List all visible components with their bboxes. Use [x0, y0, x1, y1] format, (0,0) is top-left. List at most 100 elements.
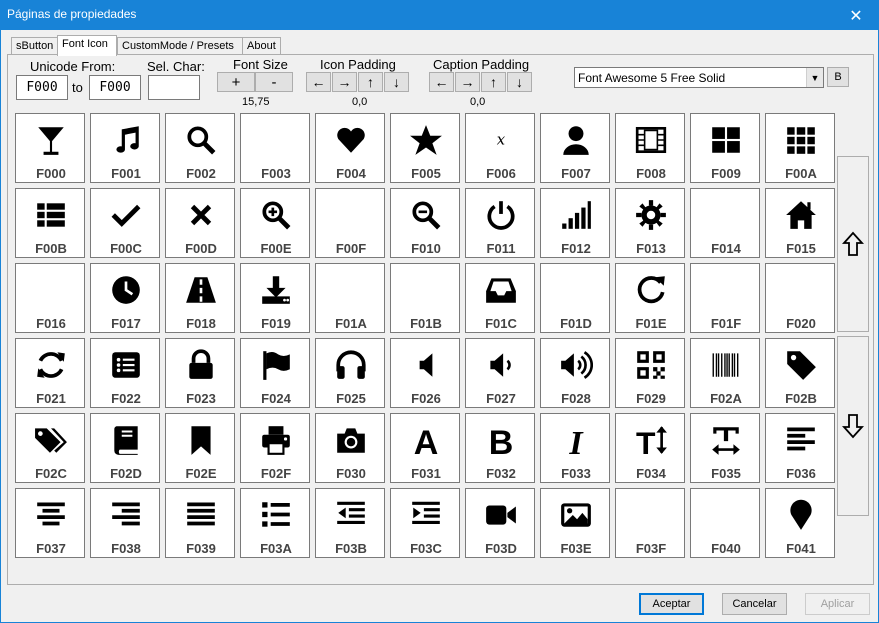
icon-cell-f008[interactable]: F008	[615, 113, 685, 183]
icon-cell-f026[interactable]: F026	[390, 338, 460, 408]
unicode-from-input[interactable]: F000	[16, 75, 68, 100]
accept-button[interactable]: Aceptar	[639, 593, 704, 615]
scroll-down-button[interactable]	[837, 336, 869, 516]
icon-cell-f02b[interactable]: F02B	[765, 338, 835, 408]
caption-padding-down-button[interactable]: ↓	[507, 72, 532, 92]
tab-font-icon[interactable]: Font Icon	[57, 35, 117, 56]
icon-cell-f001[interactable]: F001	[90, 113, 160, 183]
blank-icon	[316, 195, 386, 235]
icon-cell-f000[interactable]: F000	[15, 113, 85, 183]
icon-cell-f03b[interactable]: F03B	[315, 488, 385, 558]
unicode-to-input[interactable]: F000	[89, 75, 141, 100]
icon-cell-f010[interactable]: F010	[390, 188, 460, 258]
svg-text:x: x	[497, 130, 506, 148]
icon-padding-down-button[interactable]: ↓	[384, 72, 409, 92]
icon-cell-f02f[interactable]: F02F	[240, 413, 310, 483]
icon-cell-f035[interactable]: F035	[690, 413, 760, 483]
caption-padding-left-button[interactable]: ←	[429, 72, 454, 92]
icon-cell-f009[interactable]: F009	[690, 113, 760, 183]
icon-cell-f01e[interactable]: F01E	[615, 263, 685, 333]
icon-cell-f02d[interactable]: F02D	[90, 413, 160, 483]
font-size-label: Font Size	[233, 57, 288, 72]
icon-cell-f01c[interactable]: F01C	[465, 263, 535, 333]
icon-cell-f030[interactable]: F030	[315, 413, 385, 483]
icon-cell-f031[interactable]: A F031	[390, 413, 460, 483]
icon-cell-f01a[interactable]: F01A	[315, 263, 385, 333]
cancel-button[interactable]: Cancelar	[722, 593, 787, 615]
icon-cell-f00c[interactable]: F00C	[90, 188, 160, 258]
icon-cell-f005[interactable]: F005	[390, 113, 460, 183]
icon-cell-f034[interactable]: T F034	[615, 413, 685, 483]
icon-cell-f025[interactable]: F025	[315, 338, 385, 408]
icon-cell-f012[interactable]: F012	[540, 188, 610, 258]
icon-cell-f016[interactable]: F016	[15, 263, 85, 333]
icon-cell-f041[interactable]: F041	[765, 488, 835, 558]
icon-cell-f039[interactable]: F039	[165, 488, 235, 558]
icon-cell-f021[interactable]: F021	[15, 338, 85, 408]
caption-padding-right-button[interactable]: →	[455, 72, 480, 92]
window-title: Páginas de propiedades	[7, 7, 137, 21]
icon-cell-f038[interactable]: F038	[90, 488, 160, 558]
icon-cell-f017[interactable]: F017	[90, 263, 160, 333]
icon-cell-f003[interactable]: F003	[240, 113, 310, 183]
volume-off-icon	[391, 345, 461, 385]
icon-cell-f019[interactable]: F019	[240, 263, 310, 333]
apply-button[interactable]: Aplicar	[805, 593, 870, 615]
icon-cell-f01b[interactable]: F01B	[390, 263, 460, 333]
tab-about[interactable]: About	[242, 37, 281, 55]
icon-cell-f02c[interactable]: F02C	[15, 413, 85, 483]
icon-cell-f037[interactable]: F037	[15, 488, 85, 558]
font-size-increase-button[interactable]: +	[217, 72, 255, 92]
scroll-up-button[interactable]	[837, 156, 869, 332]
icon-cell-f00d[interactable]: F00D	[165, 188, 235, 258]
chevron-down-icon[interactable]: ▼	[806, 68, 823, 87]
close-icon[interactable]: ✕	[834, 1, 878, 30]
icon-cell-f036[interactable]: F036	[765, 413, 835, 483]
icon-cell-f023[interactable]: F023	[165, 338, 235, 408]
icon-cell-f03f[interactable]: F03F	[615, 488, 685, 558]
icon-padding-up-button[interactable]: ↑	[358, 72, 383, 92]
icon-cell-f024[interactable]: F024	[240, 338, 310, 408]
icon-cell-f03a[interactable]: F03A	[240, 488, 310, 558]
icon-cell-f00e[interactable]: F00E	[240, 188, 310, 258]
icon-cell-f022[interactable]: F022	[90, 338, 160, 408]
icon-cell-f033[interactable]: I F033	[540, 413, 610, 483]
icon-cell-f018[interactable]: F018	[165, 263, 235, 333]
icon-cell-f029[interactable]: F029	[615, 338, 685, 408]
icon-cell-f032[interactable]: B F032	[465, 413, 535, 483]
icon-padding-left-button[interactable]: ←	[306, 72, 331, 92]
svg-text:I: I	[568, 425, 584, 457]
tab-sbutton[interactable]: sButton	[11, 37, 58, 55]
icon-cell-f027[interactable]: F027	[465, 338, 535, 408]
icon-cell-f013[interactable]: F013	[615, 188, 685, 258]
align-center-icon	[16, 495, 86, 535]
icon-padding-right-button[interactable]: →	[332, 72, 357, 92]
caption-padding-up-button[interactable]: ↑	[481, 72, 506, 92]
icon-cell-f028[interactable]: F028	[540, 338, 610, 408]
icon-cell-f020[interactable]: F020	[765, 263, 835, 333]
icon-cell-f002[interactable]: F002	[165, 113, 235, 183]
icon-cell-f00a[interactable]: F00A	[765, 113, 835, 183]
icon-cell-f004[interactable]: F004	[315, 113, 385, 183]
font-family-select[interactable]: Font Awesome 5 Free Solid ▼	[574, 67, 824, 88]
icon-cell-f03d[interactable]: F03D	[465, 488, 535, 558]
icon-cell-f00f[interactable]: F00F	[315, 188, 385, 258]
icon-cell-f040[interactable]: F040	[690, 488, 760, 558]
tab-custommode-presets[interactable]: CustomMode / Presets	[117, 37, 243, 55]
font-size-decrease-button[interactable]: -	[255, 72, 293, 92]
icon-code-label: F035	[711, 466, 741, 481]
icon-cell-f015[interactable]: F015	[765, 188, 835, 258]
icon-cell-f011[interactable]: F011	[465, 188, 535, 258]
icon-cell-f03c[interactable]: F03C	[390, 488, 460, 558]
icon-cell-f03e[interactable]: F03E	[540, 488, 610, 558]
icon-cell-f014[interactable]: F014	[690, 188, 760, 258]
icon-cell-f006[interactable]: x F006	[465, 113, 535, 183]
bold-toggle-button[interactable]: B	[827, 67, 849, 87]
icon-cell-f02a[interactable]: F02A	[690, 338, 760, 408]
icon-cell-f01f[interactable]: F01F	[690, 263, 760, 333]
icon-cell-f01d[interactable]: F01D	[540, 263, 610, 333]
sel-char-input[interactable]	[148, 75, 200, 100]
icon-cell-f02e[interactable]: F02E	[165, 413, 235, 483]
icon-cell-f007[interactable]: F007	[540, 113, 610, 183]
icon-cell-f00b[interactable]: F00B	[15, 188, 85, 258]
